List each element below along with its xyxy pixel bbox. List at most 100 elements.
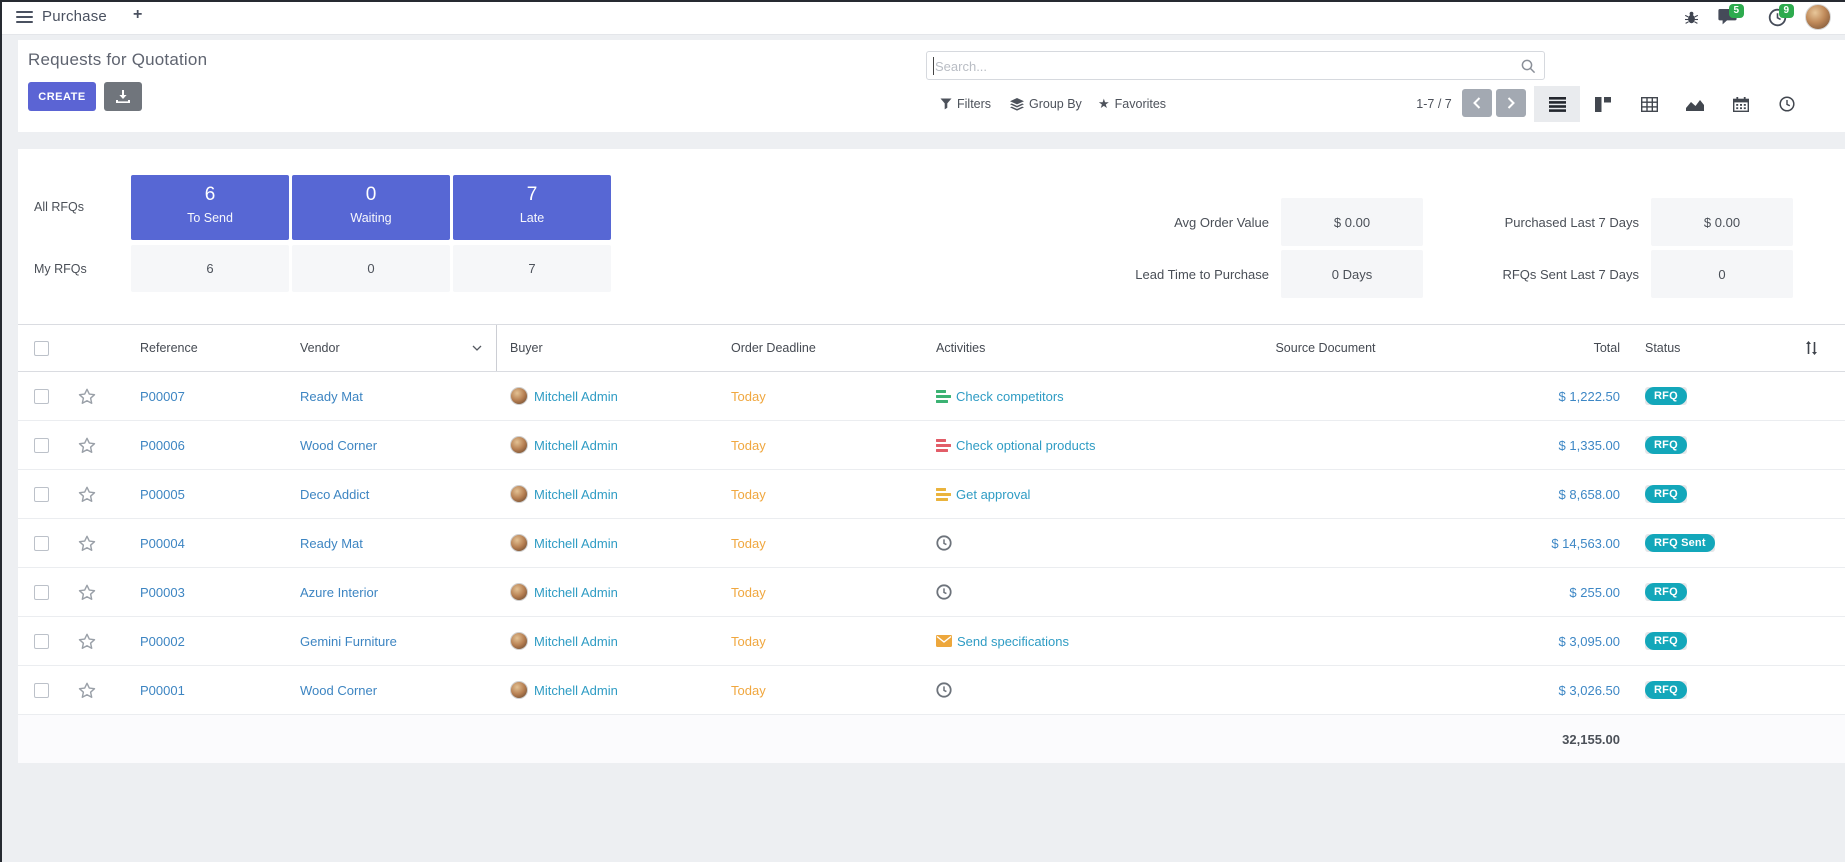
buyer-link[interactable]: Mitchell Admin	[534, 634, 618, 649]
favorite-star-icon[interactable]	[78, 486, 96, 503]
group-by-button[interactable]: Group By	[1010, 94, 1082, 114]
my-to-send-value[interactable]: 6	[131, 245, 289, 292]
table-row[interactable]: P00005Deco AddictMitchell AdminTodayGet …	[18, 470, 1845, 519]
vendor-link[interactable]: Ready Mat	[300, 536, 363, 551]
view-graph-button[interactable]	[1672, 86, 1718, 122]
view-calendar-button[interactable]	[1718, 86, 1764, 122]
optional-columns-button[interactable]	[1778, 325, 1845, 371]
row-checkbox[interactable]	[34, 585, 49, 600]
view-pivot-button[interactable]	[1626, 86, 1672, 122]
reference-link[interactable]: P00002	[140, 634, 185, 649]
row-checkbox[interactable]	[34, 438, 49, 453]
view-kanban-button[interactable]	[1580, 86, 1626, 122]
activity-link[interactable]: Send specifications	[957, 634, 1069, 649]
reference-link[interactable]: P00007	[140, 389, 185, 404]
header-buyer[interactable]: Buyer	[497, 325, 713, 371]
header-status[interactable]: Status	[1626, 325, 1778, 371]
pivot-view-icon	[1641, 97, 1658, 112]
view-activity-button[interactable]	[1764, 86, 1810, 122]
favorite-star-icon[interactable]	[78, 437, 96, 454]
clock-icon[interactable]	[936, 584, 952, 600]
reference-link[interactable]: P00005	[140, 487, 185, 502]
buyer-link[interactable]: Mitchell Admin	[534, 585, 618, 600]
card-late[interactable]: 7 Late	[453, 175, 611, 240]
app-name[interactable]: Purchase	[42, 8, 107, 25]
source-document	[1178, 617, 1473, 665]
tasks-icon[interactable]	[936, 390, 951, 403]
header-reference[interactable]: Reference	[110, 325, 294, 371]
apps-menu-icon[interactable]	[16, 11, 33, 23]
card-to-send[interactable]: 6 To Send	[131, 175, 289, 240]
activity-link[interactable]: Check optional products	[956, 438, 1095, 453]
vendor-link[interactable]: Deco Addict	[300, 487, 369, 502]
tasks-icon[interactable]	[936, 488, 951, 501]
debug-bug-icon[interactable]	[1684, 10, 1699, 30]
reference-link[interactable]: P00001	[140, 683, 185, 698]
header-total[interactable]: Total	[1473, 325, 1626, 371]
favorite-star-icon[interactable]	[78, 535, 96, 552]
card-waiting[interactable]: 0 Waiting	[292, 175, 450, 240]
total-amount: $ 1,222.50	[1559, 389, 1620, 404]
buyer-link[interactable]: Mitchell Admin	[534, 536, 618, 551]
clock-icon[interactable]	[936, 682, 952, 698]
activity-link[interactable]: Check competitors	[956, 389, 1064, 404]
row-checkbox[interactable]	[34, 536, 49, 551]
buyer-link[interactable]: Mitchell Admin	[534, 438, 618, 453]
vendor-link[interactable]: Wood Corner	[300, 683, 377, 698]
header-activities[interactable]: Activities	[918, 325, 1178, 371]
my-waiting-value[interactable]: 0	[292, 245, 450, 292]
table-row[interactable]: P00003Azure InteriorMitchell AdminToday$…	[18, 568, 1845, 617]
buyer-link[interactable]: Mitchell Admin	[534, 389, 618, 404]
vendor-link[interactable]: Azure Interior	[300, 585, 378, 600]
my-late-value[interactable]: 7	[453, 245, 611, 292]
adjust-columns-icon	[1805, 341, 1818, 355]
reference-link[interactable]: P00006	[140, 438, 185, 453]
search-icon[interactable]	[1521, 59, 1536, 79]
row-checkbox[interactable]	[34, 683, 49, 698]
pager-previous-button[interactable]	[1462, 89, 1492, 117]
table-row[interactable]: P00004Ready MatMitchell AdminToday$ 14,5…	[18, 519, 1845, 568]
buyer-link[interactable]: Mitchell Admin	[534, 683, 618, 698]
row-checkbox[interactable]	[34, 487, 49, 502]
activities-clock-icon[interactable]: 9	[1768, 8, 1787, 32]
table-row[interactable]: P00006Wood CornerMitchell AdminTodayChec…	[18, 421, 1845, 470]
favorites-button[interactable]: ★ Favorites	[1098, 94, 1166, 114]
favorite-star-icon[interactable]	[78, 584, 96, 601]
user-avatar[interactable]	[1805, 4, 1831, 30]
select-all-checkbox[interactable]	[34, 341, 49, 356]
buyer-avatar	[510, 632, 528, 650]
vendor-link[interactable]: Wood Corner	[300, 438, 377, 453]
create-button[interactable]: CREATE	[28, 82, 96, 111]
filters-button[interactable]: Filters	[940, 94, 991, 114]
favorite-star-icon[interactable]	[78, 388, 96, 405]
vendor-link[interactable]: Ready Mat	[300, 389, 363, 404]
table-row[interactable]: P00007Ready MatMitchell AdminTodayCheck …	[18, 372, 1845, 421]
favorite-star-icon[interactable]	[78, 633, 96, 650]
vendor-link[interactable]: Gemini Furniture	[300, 634, 397, 649]
header-vendor[interactable]: Vendor	[294, 325, 497, 371]
buyer-link[interactable]: Mitchell Admin	[534, 487, 618, 502]
export-button[interactable]	[104, 82, 142, 111]
header-order-deadline[interactable]: Order Deadline	[713, 325, 918, 371]
table-row[interactable]: P00002Gemini FurnitureMitchell AdminToda…	[18, 617, 1845, 666]
reference-link[interactable]: P00004	[140, 536, 185, 551]
status-badge: RFQ Sent	[1645, 534, 1715, 552]
my-rfqs-filter[interactable]: My RFQs	[34, 262, 87, 276]
messages-icon[interactable]: 5	[1718, 8, 1738, 31]
favorite-star-icon[interactable]	[78, 682, 96, 699]
row-checkbox[interactable]	[34, 389, 49, 404]
envelope-icon[interactable]	[936, 635, 952, 647]
tasks-icon[interactable]	[936, 439, 951, 452]
row-checkbox[interactable]	[34, 634, 49, 649]
new-tab-plus-icon[interactable]: +	[133, 6, 142, 24]
clock-icon[interactable]	[936, 535, 952, 551]
activity-link[interactable]: Get approval	[956, 487, 1030, 502]
search-input[interactable]: Search...	[926, 51, 1545, 80]
all-rfqs-filter[interactable]: All RFQs	[34, 200, 84, 214]
reference-link[interactable]: P00003	[140, 585, 185, 600]
chevron-left-icon	[1473, 97, 1481, 109]
table-row[interactable]: P00001Wood CornerMitchell AdminToday$ 3,…	[18, 666, 1845, 715]
pager-next-button[interactable]	[1496, 89, 1526, 117]
view-list-button[interactable]	[1534, 86, 1580, 122]
header-source-document[interactable]: Source Document	[1178, 325, 1473, 371]
